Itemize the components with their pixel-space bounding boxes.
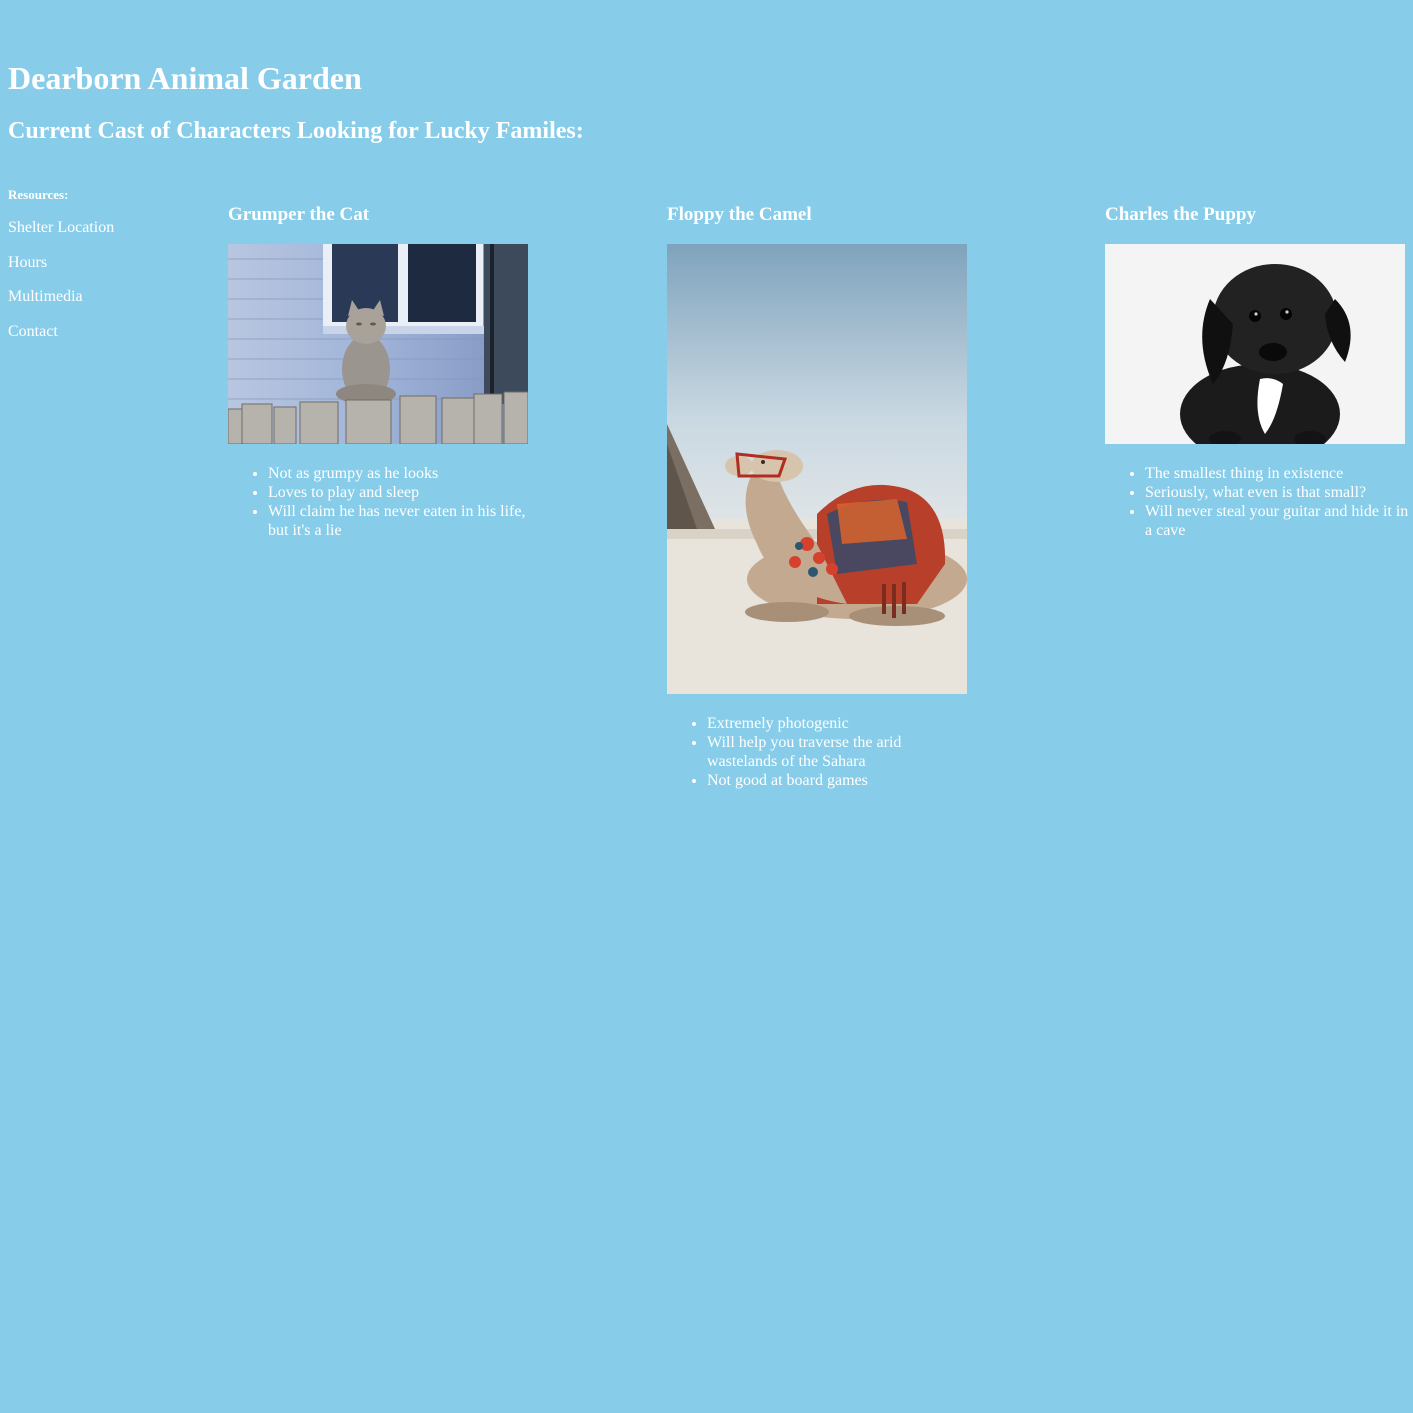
animal-name: Grumper the Cat (228, 204, 370, 225)
list-item: The smallest thing in existence (1145, 464, 1410, 483)
sidebar-link-contact[interactable]: Contact (8, 322, 208, 342)
page-subtitle: Current Cast of Characters Looking for L… (8, 118, 584, 144)
list-item: Loves to play and sleep (268, 483, 533, 502)
sidebar-link-shelter-location[interactable]: Shelter Location (8, 218, 208, 238)
animal-traits-list: Not as grumpy as he looks Loves to play … (228, 464, 533, 540)
camel-photo (667, 244, 967, 694)
sidebar-link-multimedia[interactable]: Multimedia (8, 287, 208, 307)
resources-sidebar: Resources: Shelter Location Hours Multim… (8, 186, 208, 357)
sidebar-heading: Resources: (8, 187, 69, 202)
list-item: Will help you traverse the arid wastelan… (707, 733, 972, 771)
animal-traits-list: Extremely photogenic Will help you trave… (667, 714, 972, 790)
animal-name: Charles the Puppy (1105, 204, 1256, 225)
sidebar-link-hours[interactable]: Hours (8, 253, 208, 273)
list-item: Extremely photogenic (707, 714, 972, 733)
list-item: Will never steal your guitar and hide it… (1145, 502, 1410, 540)
puppy-photo (1105, 244, 1405, 444)
cat-photo (228, 244, 528, 444)
site-title: Dearborn Animal Garden (8, 60, 362, 96)
list-item: Not as grumpy as he looks (268, 464, 533, 483)
list-item: Not good at board games (707, 771, 972, 790)
animal-name: Floppy the Camel (667, 204, 812, 225)
animal-card-cat: Grumper the Cat • Not as grumpy as he lo… (228, 202, 533, 540)
list-item: Will claim he has never eaten in his lif… (268, 502, 533, 540)
animal-card-camel: Floppy the Camel • Extremely photogenic … (667, 202, 972, 790)
list-item: Seriously, what even is that small? (1145, 483, 1410, 502)
animal-card-puppy: Charles the Puppy The smallest thing in … (1105, 202, 1410, 540)
animal-traits-list: The smallest thing in existence Seriousl… (1105, 464, 1410, 540)
